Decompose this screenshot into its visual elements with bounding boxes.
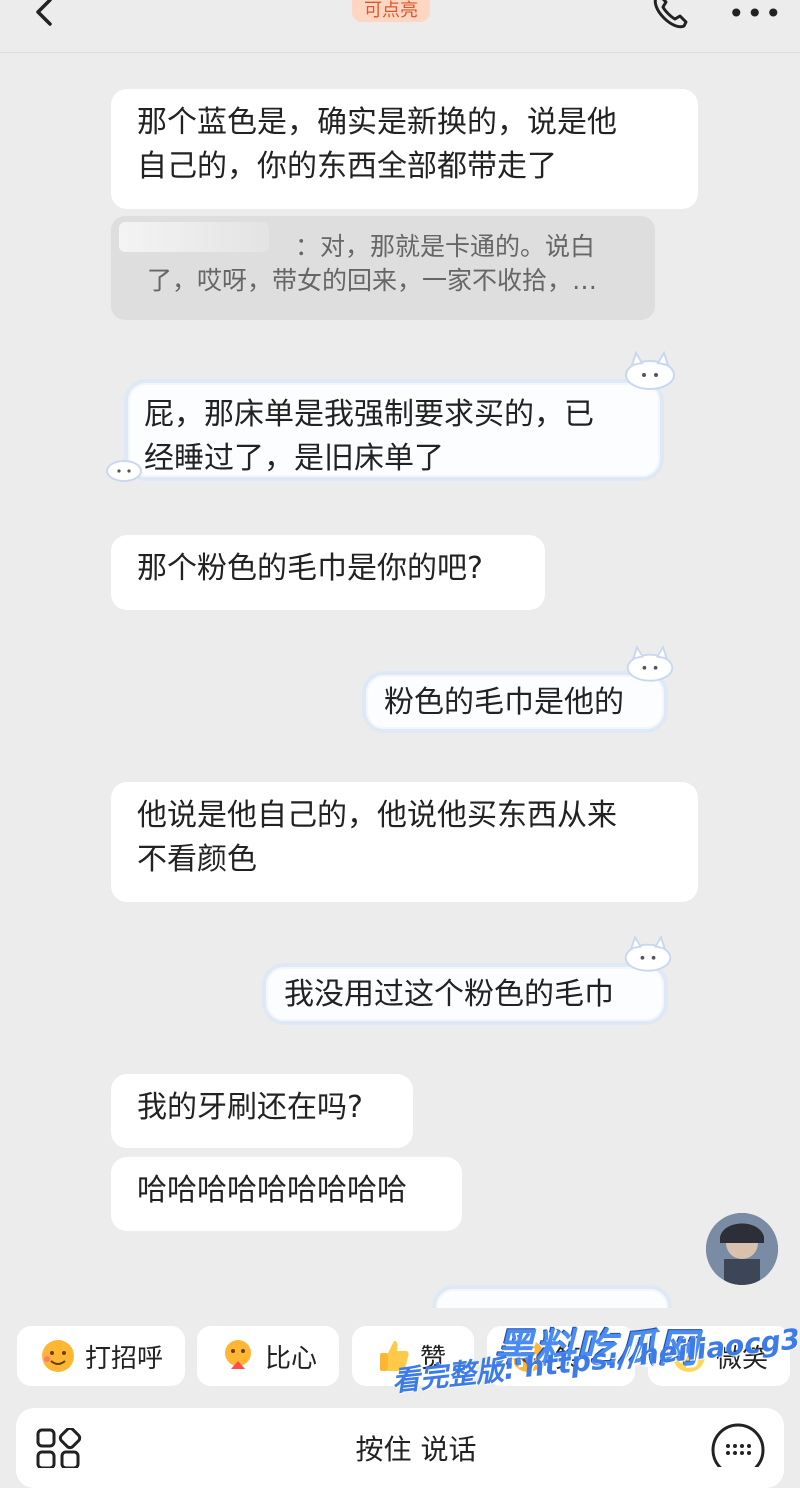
- message-line: 那个蓝色是，确实是新换的，说是他: [137, 105, 617, 140]
- sticker-message-bubble[interactable]: 屁，那床单是我强制要求买的，已 经睡过了，是旧床单了: [124, 379, 664, 481]
- chat-scroll-area[interactable]: 那个蓝色是，确实是新换的，说是他 自己的，你的东西全部都带走了 ：对，那就是卡通…: [0, 53, 800, 1308]
- quick-reply-label: 打招呼: [85, 1343, 164, 1374]
- more-options-icon[interactable]: •••: [728, 0, 784, 28]
- message-line: 不看颜色: [137, 842, 257, 877]
- message-line: 自己的，你的东西全部都带走了: [137, 149, 557, 184]
- cat-sticker-decoration-icon: [626, 645, 674, 682]
- heart-hands-emoji-icon: [225, 1340, 251, 1369]
- sticker-message-bubble[interactable]: 我没用过这个粉色的毛巾: [262, 963, 668, 1025]
- cat-sticker-decoration-icon: [625, 351, 675, 390]
- message-bubble[interactable]: 我的牙刷还在吗?: [111, 1074, 413, 1148]
- message-line: 那个粉色的毛巾是你的吧?: [137, 551, 483, 586]
- message-bubble[interactable]: 那个蓝色是，确实是新换的，说是他 自己的，你的东西全部都带走了: [111, 89, 698, 209]
- avatar-image: [706, 1213, 778, 1285]
- quick-reply-label: 比心: [265, 1343, 318, 1374]
- chevron-left-icon[interactable]: [30, 0, 60, 36]
- apps-grid-icon[interactable]: [36, 1428, 82, 1468]
- message-bubble[interactable]: 那个粉色的毛巾是你的吧?: [111, 535, 545, 610]
- hold-to-talk-label: 按住 说话: [355, 1433, 477, 1466]
- sticker-message-bubble-partial[interactable]: [432, 1285, 672, 1308]
- quoted-message[interactable]: ：对，那就是卡通的。说白 了，哎呀，带女的回来，一家不收拾，…: [111, 216, 655, 320]
- phone-icon[interactable]: [650, 0, 690, 30]
- wave-emoji-icon: [42, 1340, 74, 1372]
- input-bar: 按住 说话: [0, 1400, 800, 1488]
- cat-sticker-decoration-icon: [106, 460, 142, 482]
- quick-reply-heart[interactable]: 比心: [197, 1326, 339, 1386]
- avatar[interactable]: [706, 1213, 778, 1285]
- message-bubble[interactable]: 哈哈哈哈哈哈哈哈哈: [111, 1157, 462, 1231]
- message-line: 经睡过了，是旧床单了: [144, 441, 444, 476]
- message-line: 我的牙刷还在吗?: [137, 1090, 363, 1125]
- message-line: 哈哈哈哈哈哈哈哈哈: [137, 1173, 407, 1208]
- cat-sticker-decoration-icon: [624, 935, 672, 972]
- message-line: 屁，那床单是我强制要求买的，已: [144, 397, 594, 432]
- quick-reply-wave[interactable]: 打招呼: [17, 1326, 185, 1386]
- quote-line: 了，哎呀，带女的回来，一家不收拾，…: [147, 266, 598, 295]
- sticker-message-bubble[interactable]: 粉色的毛巾是他的: [362, 671, 668, 733]
- message-line: 他说是他自己的，他说他买东西从来: [137, 798, 617, 833]
- message-line: 粉色的毛巾是他的: [384, 685, 624, 720]
- blurred-content: [119, 222, 269, 252]
- chat-header: 可点亮 •••: [0, 0, 800, 53]
- hold-to-talk-button[interactable]: 按住 说话: [16, 1408, 784, 1488]
- message-line: 我没用过这个粉色的毛巾: [284, 977, 614, 1012]
- keyboard-icon[interactable]: [710, 1422, 766, 1467]
- message-bubble[interactable]: 他说是他自己的，他说他买东西从来 不看颜色: [111, 782, 698, 902]
- contact-name[interactable]: 可点亮: [352, 0, 430, 22]
